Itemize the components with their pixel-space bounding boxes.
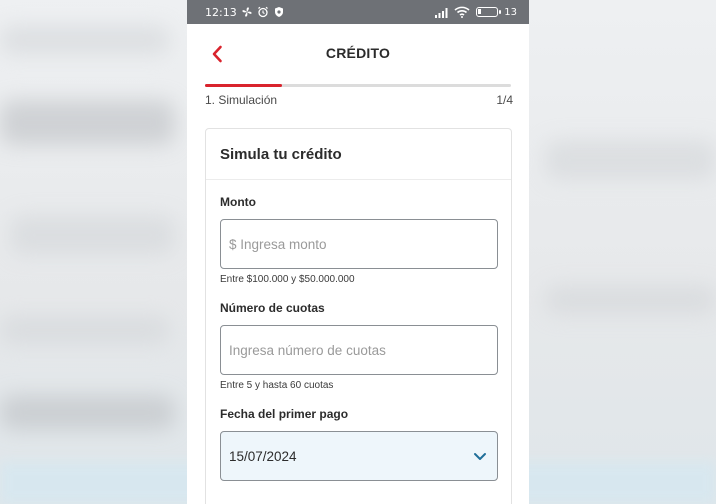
step-count: 1/4 — [496, 93, 513, 107]
monto-helper-text: Entre $100.000 y $50.000.000 — [220, 274, 355, 285]
fecha-field-group: Fecha del primer pago 15/07/2024 — [220, 407, 498, 481]
monto-label: Monto — [220, 195, 256, 209]
blur-block — [0, 100, 175, 145]
step-progress-bar — [205, 84, 511, 87]
step-label: 1. Simulación — [205, 93, 278, 107]
monto-input[interactable] — [229, 236, 497, 252]
cuotas-field-group: Número de cuotas Entre 5 y hasta 60 cuot… — [220, 301, 498, 391]
chevron-down-icon — [474, 452, 486, 460]
blur-block — [0, 395, 175, 430]
fecha-label: Fecha del primer pago — [220, 407, 349, 421]
back-button[interactable] — [205, 42, 229, 66]
cuotas-input[interactable] — [229, 342, 497, 358]
alarm-icon — [257, 6, 269, 18]
fan-icon — [241, 6, 253, 18]
card-title: Simula tu crédito — [206, 129, 511, 180]
battery-level: 13 — [504, 6, 517, 18]
chevron-left-icon — [212, 45, 222, 63]
monto-field-group: Monto Entre $100.000 y $50.000.000 — [220, 195, 498, 285]
status-time: 12:13 — [205, 5, 237, 19]
fecha-selected-value: 15/07/2024 — [229, 448, 297, 464]
page-title: CRÉDITO — [325, 45, 391, 61]
simulation-card: Simula tu crédito Monto Entre $100.000 y… — [205, 128, 512, 504]
cuotas-label: Número de cuotas — [220, 301, 325, 315]
blur-block — [0, 25, 170, 55]
step-progress-fill — [205, 84, 282, 87]
app-bar: CRÉDITO — [187, 24, 529, 82]
status-bar: 12:13 13 — [187, 0, 529, 24]
monto-input-box — [220, 219, 498, 269]
shield-icon — [273, 6, 285, 18]
cuotas-input-box — [220, 325, 498, 375]
fecha-select[interactable]: 15/07/2024 — [220, 431, 498, 481]
battery-icon — [476, 7, 502, 17]
step-indicator: 1. Simulación 1/4 — [205, 93, 513, 107]
blur-block — [0, 315, 170, 345]
blur-block — [545, 140, 716, 180]
signal-icon — [434, 6, 450, 18]
phone-screen: 12:13 13 CRÉDITO 1. Simulación 1/4 Simul… — [187, 0, 529, 504]
wifi-icon — [454, 6, 470, 18]
cuotas-helper-text: Entre 5 y hasta 60 cuotas — [220, 380, 334, 391]
blur-block — [10, 215, 175, 255]
blur-block — [545, 285, 716, 315]
